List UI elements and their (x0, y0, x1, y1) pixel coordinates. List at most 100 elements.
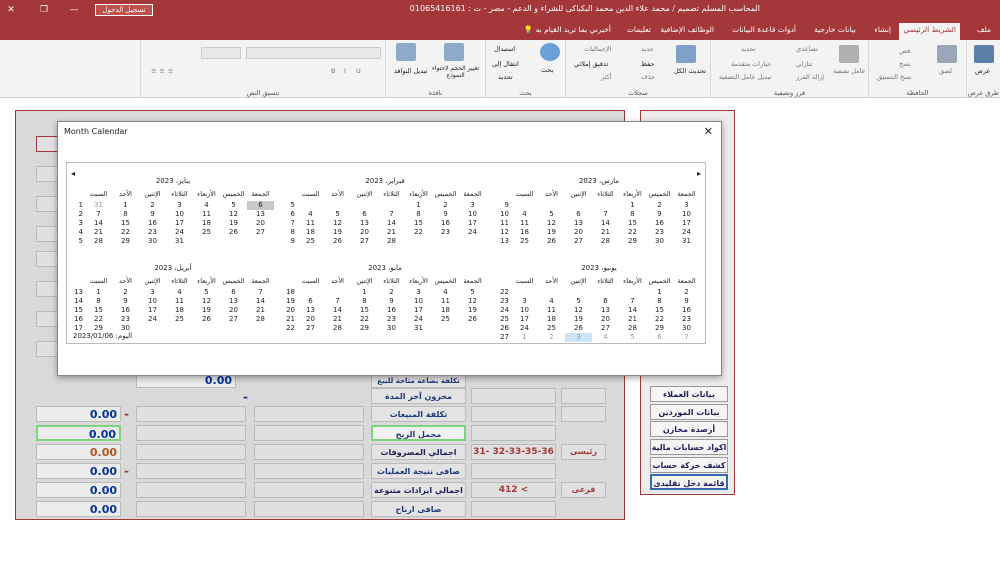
calendar-day[interactable]: 16 (432, 219, 459, 228)
calendar-day[interactable]: 31 (166, 237, 193, 246)
calendar-day[interactable]: 19 (220, 219, 247, 228)
calendar-day[interactable]: 20 (220, 306, 247, 315)
calendar-day[interactable]: 8 (646, 297, 673, 306)
calendar-day[interactable]: 1 (646, 288, 673, 297)
calendar-day[interactable]: 15 (619, 219, 646, 228)
calendar-day[interactable]: 20 (351, 228, 378, 237)
calendar-day[interactable]: 12 (324, 219, 351, 228)
calendar-day[interactable]: 7 (673, 333, 700, 342)
calendar-day[interactable]: 21 (619, 315, 646, 324)
calendar-day[interactable]: 11 (193, 210, 220, 219)
sort-desc-button[interactable]: تنازلي (796, 60, 812, 68)
form-field[interactable] (254, 425, 364, 441)
form-field[interactable] (254, 444, 364, 460)
calendar-day[interactable]: 2 (139, 201, 166, 210)
calendar-day[interactable]: 18 (166, 306, 193, 315)
calendar-day[interactable]: 6 (351, 210, 378, 219)
calendar-day[interactable]: 12 (565, 306, 592, 315)
calendar-day[interactable]: 28 (247, 315, 274, 324)
tab-help[interactable]: تعليمات (623, 23, 655, 40)
delete-record-button[interactable]: حذف (641, 73, 655, 81)
calendar-day[interactable]: 9 (673, 297, 700, 306)
calendar-day[interactable]: 18 (297, 228, 324, 237)
calendar-day[interactable]: 21 (378, 228, 405, 237)
calendar-day[interactable]: 11 (538, 306, 565, 315)
calendar-day[interactable]: 9 (112, 297, 139, 306)
calendar-day[interactable]: 30 (139, 237, 166, 246)
calendar-day[interactable]: 2 (432, 201, 459, 210)
customers-data-button[interactable]: بيانات العملاء (650, 386, 728, 402)
calendar-day[interactable]: 8 (405, 210, 432, 219)
calendar-day[interactable]: 21 (592, 228, 619, 237)
calendar-day[interactable]: 18 (193, 219, 220, 228)
calendar-day[interactable]: 26 (459, 315, 486, 324)
calendar-day[interactable]: 5 (459, 288, 486, 297)
more-button[interactable]: أكثر (601, 73, 611, 81)
calendar-day[interactable]: 6 (247, 201, 274, 210)
form-field[interactable] (136, 444, 246, 460)
login-button[interactable]: تسجيل الدخول (95, 4, 153, 16)
calendar-day[interactable]: 25 (193, 228, 220, 237)
calendar-day[interactable]: 27 (565, 237, 592, 246)
font-name-dropdown[interactable] (246, 47, 381, 59)
calendar-day[interactable]: 28 (619, 324, 646, 333)
selection-button[interactable]: تحديد (741, 45, 756, 53)
calendar-day[interactable]: 6 (220, 288, 247, 297)
calendar-day[interactable]: 27 (220, 315, 247, 324)
tab-addins[interactable]: الوظائف الإضافية (656, 23, 718, 40)
spelling-button[interactable]: تدقيق إملائي (574, 60, 608, 68)
calendar-day[interactable]: 11 (511, 219, 538, 228)
calendar-day[interactable]: 19 (193, 306, 220, 315)
calendar-day[interactable]: 7 (378, 210, 405, 219)
calendar-day[interactable]: 19 (324, 228, 351, 237)
find-button[interactable]: بحث (541, 66, 553, 74)
calendar-day[interactable]: 11 (432, 297, 459, 306)
calendar-day[interactable]: 21 (85, 228, 112, 237)
restore-window-button[interactable]: ❐ (35, 2, 53, 18)
calendar-day[interactable]: 7 (324, 297, 351, 306)
size-to-fit-icon[interactable] (444, 43, 464, 61)
calendar-day[interactable]: 5 (220, 201, 247, 210)
calendar-day[interactable]: 24 (166, 228, 193, 237)
calendar-day[interactable]: 23 (673, 315, 700, 324)
font-size-dropdown[interactable] (201, 47, 241, 59)
calendar-day[interactable]: 5 (619, 333, 646, 342)
calendar-day[interactable]: 4 (511, 210, 538, 219)
calendar-day[interactable]: 4 (297, 210, 324, 219)
calendar-day[interactable]: 25 (297, 237, 324, 246)
calendar-day[interactable]: 1 (619, 201, 646, 210)
italic-icon[interactable]: I (344, 67, 346, 75)
calendar-day[interactable]: 1 (85, 288, 112, 297)
filter-button[interactable]: عامل تصفية (833, 67, 866, 75)
calendar-day[interactable]: 13 (220, 297, 247, 306)
calendar-day[interactable]: 28 (85, 237, 112, 246)
tab-home[interactable]: الشريط الرئيسي (899, 23, 960, 40)
calendar-day[interactable]: 2 (538, 333, 565, 342)
calendar-day[interactable]: 6 (565, 210, 592, 219)
form-field[interactable] (136, 482, 246, 498)
paste-icon[interactable] (937, 45, 957, 63)
calendar-day[interactable]: 15 (85, 306, 112, 315)
calendar-day[interactable]: 26 (565, 324, 592, 333)
format-painter-button[interactable]: نسخ التنسيق (877, 73, 912, 81)
search-icon[interactable] (540, 43, 560, 61)
calendar-day[interactable]: 13 (351, 219, 378, 228)
calendar-day[interactable]: 10 (139, 297, 166, 306)
form-field[interactable] (561, 406, 606, 422)
form-field[interactable] (254, 463, 364, 479)
tab-database-tools[interactable]: أدوات قاعدة البيانات (728, 23, 800, 40)
calendar-day[interactable]: 21 (247, 306, 274, 315)
refresh-icon[interactable] (676, 45, 696, 63)
calendar-day[interactable]: 5 (565, 297, 592, 306)
calendar-day[interactable]: 22 (619, 228, 646, 237)
calendar-day[interactable]: 7 (619, 297, 646, 306)
form-field[interactable] (136, 425, 246, 441)
calendar-day[interactable]: 13 (592, 306, 619, 315)
underline-icon[interactable]: U (356, 67, 361, 75)
calendar-day[interactable]: 26 (193, 315, 220, 324)
calendar-day[interactable]: 1 (351, 288, 378, 297)
calendar-grid[interactable]: ◂ ▸ اليوم: 2023/01/06 يناير، 2023 السبت ال… (66, 162, 706, 344)
close-window-button[interactable]: ✕ (2, 2, 20, 18)
calendar-day[interactable]: 17 (139, 306, 166, 315)
calendar-day[interactable]: 26 (538, 237, 565, 246)
